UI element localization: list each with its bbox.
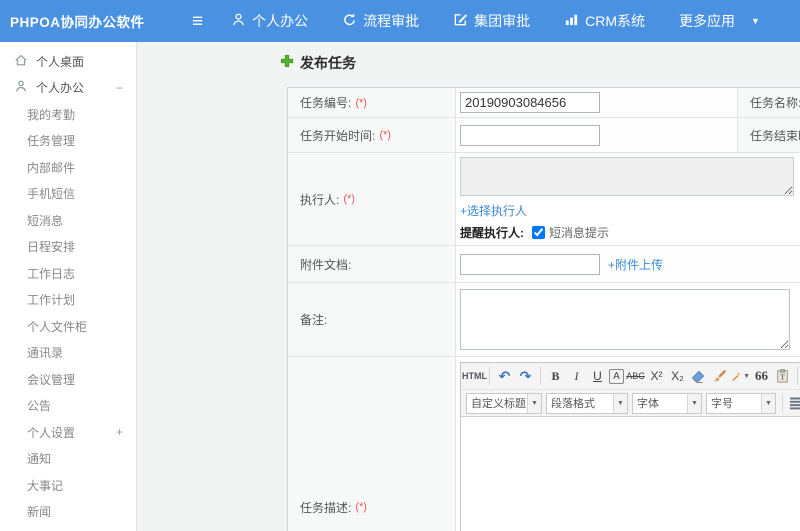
task-form: 任务编号: (*) 任务名称: (*) 任务开始时间: (*) 任务结束时间: — [287, 87, 800, 531]
font-family-select[interactable]: 字体 ▼ — [632, 392, 702, 414]
description-label: 任务描述: — [300, 500, 352, 515]
paste-button[interactable]: T — [773, 366, 792, 387]
sidebar-item-news[interactable]: 新闻 — [0, 499, 136, 526]
required-mark: (*) — [343, 193, 355, 205]
sidebar-item-personal-office[interactable]: 个人办公 − — [0, 75, 136, 102]
nav-item-more-apps[interactable]: 更多应用 ▼ — [679, 11, 760, 31]
row-attachment: 附件文档: +附件上传 — [288, 246, 800, 283]
sms-remind-checkbox[interactable] — [532, 226, 545, 239]
nav-item-group-approval[interactable]: 集团审批 — [453, 11, 530, 31]
attachment-label: 附件文档: — [300, 257, 352, 272]
boxed-a-button[interactable]: A — [609, 368, 624, 384]
sidebar-item-schedule[interactable]: 日程安排 — [0, 234, 136, 261]
workflow-icon — [342, 12, 363, 30]
strikethrough-button[interactable]: ABC — [626, 366, 645, 387]
sidebar-item-meeting-management[interactable]: 会议管理 — [0, 366, 136, 393]
nav-item-personal-office[interactable]: 个人办公 — [231, 11, 308, 31]
sms-remind-option-label: 短消息提示 — [549, 226, 610, 240]
attachment-upload-link[interactable]: +附件上传 — [608, 256, 663, 273]
required-mark: (*) — [355, 501, 367, 513]
caret-down-icon: ▼ — [743, 372, 750, 380]
collapse-icon[interactable]: − — [116, 81, 123, 95]
undo-button[interactable]: ↶ — [495, 366, 514, 387]
bold-button[interactable]: B — [546, 366, 565, 387]
editor-toolbar-row-2: 自定义标题 ▼ 段落格式 ▼ 字体 ▼ 字号 ▼ — [461, 390, 800, 417]
remark-label: 备注: — [300, 313, 328, 327]
sidebar-item-contacts[interactable]: 通讯录 — [0, 340, 136, 367]
sidebar-item-announcement[interactable]: 公告 — [0, 393, 136, 420]
executor-textarea[interactable] — [460, 157, 794, 196]
select-executor-link[interactable]: +选择执行人 — [460, 202, 527, 219]
align-left-button[interactable] — [788, 393, 800, 414]
row-description: 任务描述: (*) HTML ↶ ↷ B I U A ABC X² X₂ ▼ 6… — [288, 357, 800, 531]
editor-content[interactable] — [461, 417, 800, 531]
sidebar-item-personal-desktop[interactable]: 个人桌面 — [0, 48, 136, 75]
blockquote-button[interactable]: 66 — [752, 366, 771, 387]
sidebar-item-work-log[interactable]: 工作日志 — [0, 260, 136, 287]
sidebar-item-mobile-sms[interactable]: 手机短信 — [0, 181, 136, 208]
attachment-input[interactable] — [460, 253, 600, 275]
row-remark: 备注: — [288, 283, 800, 357]
sidebar-item-task-management[interactable]: 任务管理 — [0, 128, 136, 155]
sidebar-item-short-message[interactable]: 短消息 — [0, 207, 136, 234]
nav-item-workflow-approval[interactable]: 流程审批 — [342, 11, 419, 31]
format-brush-button[interactable] — [710, 366, 729, 387]
required-mark: (*) — [379, 129, 391, 141]
expand-icon[interactable]: + — [116, 425, 123, 439]
italic-button[interactable]: I — [567, 366, 586, 387]
person-icon — [231, 12, 252, 30]
underline-button[interactable]: U — [588, 366, 607, 387]
font-size-select[interactable]: 字号 ▼ — [706, 392, 776, 414]
edit-icon — [453, 12, 474, 30]
end-time-label: 任务结束时间: — [750, 128, 800, 143]
sidebar-item-notification[interactable]: 通知 — [0, 446, 136, 473]
sidebar-item-internal-mail[interactable]: 内部邮件 — [0, 154, 136, 181]
home-icon — [14, 53, 36, 70]
caret-down-icon: ▼ — [687, 393, 701, 413]
caret-down-icon: ▼ — [527, 393, 541, 413]
remind-executor-label: 提醒执行人: — [460, 226, 524, 240]
menu-toggle-button[interactable]: ≡ — [192, 12, 203, 31]
svg-text:T: T — [780, 374, 785, 382]
superscript-button[interactable]: X² — [647, 366, 666, 387]
rich-text-editor: HTML ↶ ↷ B I U A ABC X² X₂ ▼ 66 T 自定义标题 … — [460, 362, 800, 531]
sidebar-item-my-attendance[interactable]: 我的考勤 — [0, 101, 136, 128]
caret-down-icon: ▼ — [761, 393, 775, 413]
start-time-label: 任务开始时间: — [300, 128, 376, 143]
main-content: 发布任务 任务编号: (*) 任务名称: (*) 任务开始时间: (*) — [137, 42, 800, 531]
html-source-button[interactable]: HTML — [462, 366, 487, 387]
start-time-input[interactable] — [460, 124, 600, 146]
sidebar-nav: 个人桌面 个人办公 − 我的考勤 任务管理 内部邮件 手机短信 短消息 日程安排… — [0, 42, 137, 531]
add-plus-icon — [280, 54, 300, 73]
bar-chart-icon — [564, 12, 585, 30]
row-start-time: 任务开始时间: (*) 任务结束时间: (*) — [288, 118, 800, 153]
executor-label: 执行人: — [300, 192, 340, 207]
sidebar-item-work-plan[interactable]: 工作计划 — [0, 287, 136, 314]
heading-select[interactable]: 自定义标题 ▼ — [466, 392, 542, 414]
required-mark: (*) — [355, 96, 367, 109]
app-logo: PHPOA协同办公软件 — [10, 15, 145, 30]
nav-item-crm-system[interactable]: CRM系统 — [564, 11, 645, 31]
sidebar-item-personal-files[interactable]: 个人文件柜 — [0, 313, 136, 340]
redo-button[interactable]: ↷ — [516, 366, 535, 387]
magic-format-button[interactable]: ▼ — [731, 366, 750, 387]
task-number-label: 任务编号: — [300, 96, 352, 110]
task-number-input[interactable] — [460, 92, 600, 113]
row-executor: 执行人: (*) +选择执行人 提醒执行人: 短消息提示 — [288, 153, 800, 246]
person-icon — [14, 79, 36, 96]
top-navbar: PHPOA协同办公软件 ≡ 个人办公 流程审批 集团审批 CRM系统 更多应用 … — [0, 0, 800, 42]
sidebar-item-memorabilia[interactable]: 大事记 — [0, 472, 136, 499]
sidebar-item-personal-settings[interactable]: 个人设置 + — [0, 419, 136, 446]
caret-down-icon: ▼ — [750, 16, 760, 26]
page-title: 发布任务 — [280, 53, 356, 73]
row-task-number: 任务编号: (*) 任务名称: (*) — [288, 88, 800, 118]
paragraph-format-select[interactable]: 段落格式 ▼ — [546, 392, 628, 414]
caret-down-icon: ▼ — [613, 393, 627, 413]
subscript-button[interactable]: X₂ — [668, 366, 687, 387]
editor-toolbar-row-1: HTML ↶ ↷ B I U A ABC X² X₂ ▼ 66 T — [461, 363, 800, 390]
remark-textarea[interactable] — [460, 289, 790, 350]
eraser-button[interactable] — [689, 366, 708, 387]
task-name-label: 任务名称: — [750, 96, 800, 110]
